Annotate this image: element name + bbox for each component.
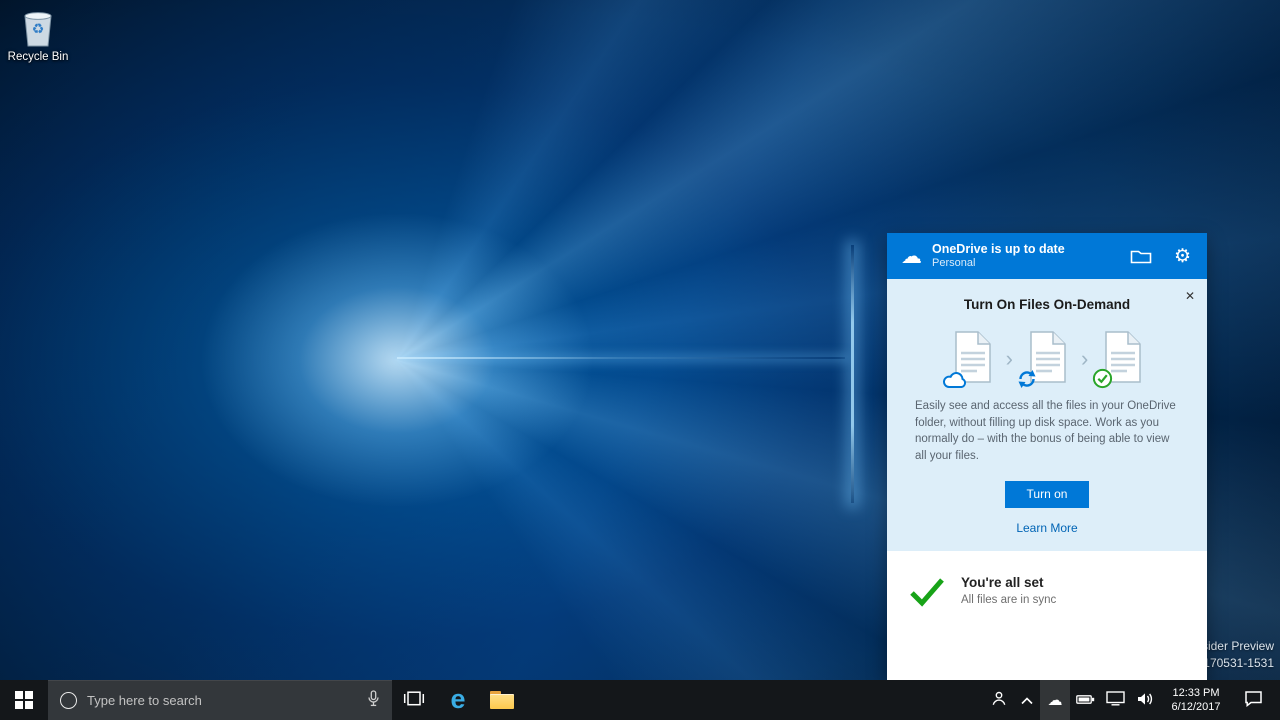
onedrive-cloud-icon: ☁ bbox=[901, 246, 922, 267]
edge-browser-button[interactable]: e bbox=[436, 680, 480, 720]
folder-outline-icon bbox=[1130, 253, 1152, 268]
onedrive-tray-cloud-icon: ☁ bbox=[1048, 693, 1063, 708]
chevron-right-icon: › bbox=[1004, 346, 1015, 372]
close-promo-button[interactable]: ✕ bbox=[1182, 286, 1198, 306]
onedrive-flyout: ☁ OneDrive is up to date Personal ⚙ bbox=[887, 233, 1207, 680]
insider-preview-watermark: sider Preview 170531-1531 bbox=[1202, 638, 1274, 672]
taskbar-search-box[interactable] bbox=[48, 680, 392, 720]
cloud-badge-icon bbox=[942, 372, 968, 389]
recycle-symbol-icon: ♻ bbox=[32, 20, 45, 37]
start-button[interactable] bbox=[0, 680, 48, 720]
search-input[interactable] bbox=[87, 693, 357, 708]
onedrive-flyout-header: ☁ OneDrive is up to date Personal ⚙ bbox=[887, 233, 1207, 279]
files-on-demand-illustration: › bbox=[887, 330, 1207, 384]
system-tray: ☁ bbox=[984, 680, 1280, 720]
gear-icon: ⚙ bbox=[1174, 246, 1191, 267]
speaker-icon bbox=[1136, 692, 1154, 709]
onedrive-status-title: OneDrive is up to date bbox=[932, 242, 1128, 257]
promo-description: Easily see and access all the files in y… bbox=[887, 398, 1207, 465]
sync-status-title: You're all set bbox=[961, 575, 1056, 590]
watermark-line-1: sider Preview bbox=[1202, 638, 1274, 655]
onedrive-header-text: OneDrive is up to date Personal bbox=[932, 242, 1128, 270]
people-button[interactable] bbox=[984, 680, 1014, 720]
recycle-bin-icon: ♻ bbox=[20, 8, 56, 48]
recycle-bin-shortcut[interactable]: ♻ Recycle Bin bbox=[6, 8, 70, 63]
action-center-button[interactable] bbox=[1232, 680, 1274, 720]
clock-date: 6/12/2017 bbox=[1172, 700, 1221, 714]
battery-tray-button[interactable] bbox=[1070, 680, 1100, 720]
document-synced bbox=[1100, 330, 1144, 384]
sync-status-subtitle: All files are in sync bbox=[961, 594, 1056, 606]
files-on-demand-promo: ✕ Turn On Files On-Demand bbox=[887, 279, 1207, 551]
display-icon bbox=[1106, 691, 1125, 709]
sync-status-section: You're all set All files are in sync bbox=[887, 551, 1207, 680]
windows-logo-icon bbox=[15, 691, 33, 709]
show-hidden-icons-button[interactable] bbox=[1014, 680, 1040, 720]
edge-icon: e bbox=[450, 686, 465, 713]
chevron-right-icon: › bbox=[1079, 346, 1090, 372]
chevron-up-icon bbox=[1020, 693, 1034, 708]
clock[interactable]: 12:33 PM 6/12/2017 bbox=[1160, 680, 1232, 720]
turn-on-button[interactable]: Turn on bbox=[1005, 481, 1089, 508]
cortana-icon bbox=[60, 692, 77, 709]
close-icon: ✕ bbox=[1185, 289, 1195, 303]
sync-status-text: You're all set All files are in sync bbox=[961, 575, 1056, 606]
open-folder-button[interactable] bbox=[1128, 245, 1154, 267]
document-online-only bbox=[950, 330, 994, 384]
learn-more-link[interactable]: Learn More bbox=[1016, 521, 1077, 535]
task-view-button[interactable] bbox=[392, 680, 436, 720]
onedrive-account-label: Personal bbox=[932, 257, 1128, 270]
microphone-icon[interactable] bbox=[367, 690, 380, 712]
action-center-icon bbox=[1244, 690, 1263, 710]
volume-tray-button[interactable] bbox=[1130, 680, 1160, 720]
file-explorer-icon bbox=[490, 691, 514, 709]
file-explorer-button[interactable] bbox=[480, 680, 524, 720]
sync-badge-icon bbox=[1017, 369, 1037, 389]
battery-icon bbox=[1076, 693, 1095, 708]
watermark-line-2: 170531-1531 bbox=[1202, 655, 1274, 672]
taskbar: e bbox=[0, 680, 1280, 720]
task-view-icon bbox=[403, 690, 425, 710]
recycle-bin-label: Recycle Bin bbox=[6, 51, 70, 63]
document-syncing bbox=[1025, 330, 1069, 384]
display-tray-button[interactable] bbox=[1100, 680, 1130, 720]
windows-desktop-screen: ♻ Recycle Bin sider Preview 170531-1531 … bbox=[0, 0, 1280, 720]
onedrive-tray-button[interactable]: ☁ bbox=[1040, 680, 1070, 720]
promo-title: Turn On Files On-Demand bbox=[887, 297, 1207, 312]
onedrive-header-actions: ⚙ bbox=[1128, 245, 1193, 268]
clock-time: 12:33 PM bbox=[1172, 686, 1219, 700]
people-icon bbox=[991, 691, 1007, 709]
settings-button[interactable]: ⚙ bbox=[1172, 245, 1193, 268]
green-check-icon bbox=[909, 577, 945, 607]
check-badge-icon bbox=[1092, 368, 1113, 389]
